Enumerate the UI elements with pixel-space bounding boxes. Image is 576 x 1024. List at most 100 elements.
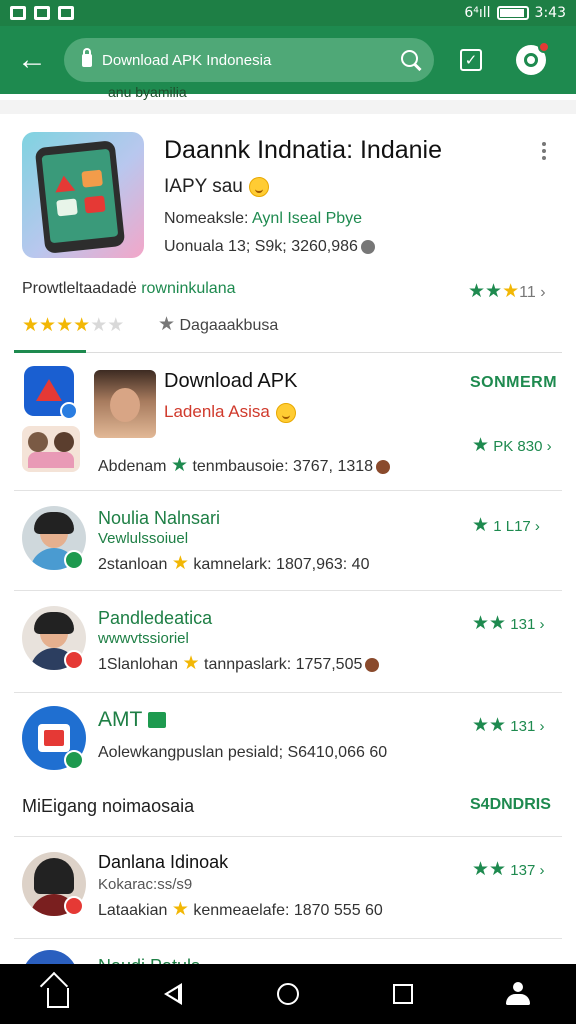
item-title: AMT <box>98 708 167 732</box>
home-circle-button[interactable] <box>268 974 308 1014</box>
back-nav-button[interactable] <box>153 974 193 1014</box>
item-meta: Lataakian ★ kenmeaelafe: 1870 555 60 <box>98 898 383 921</box>
star-icon: ★ <box>472 859 490 880</box>
arrow-left-icon: ← <box>17 43 47 76</box>
section-action-button[interactable]: S4DNDRIS <box>470 796 551 814</box>
rating-value: 131 <box>510 718 536 735</box>
section-divider <box>0 100 576 114</box>
category-label: Dagaaakbusa <box>179 317 279 334</box>
search-bar[interactable]: Download APK Indonesia <box>64 38 434 82</box>
home-icon <box>46 988 69 1008</box>
row-divider <box>14 938 562 939</box>
star-icon: ★ <box>489 715 507 736</box>
rating-value: 131 <box>510 616 536 633</box>
star-outline-icon: ★ <box>158 314 176 335</box>
item-subtitle: Kokarac:ss/s9 <box>98 876 193 893</box>
featured-title: Download APK <box>164 370 298 392</box>
lock-icon <box>82 47 92 67</box>
checkbox-button[interactable]: ✓ <box>460 49 482 71</box>
info-badge-icon <box>360 239 375 254</box>
item-rating[interactable]: ★★ 131 › <box>472 714 544 737</box>
section-label: MiEigang noimaosaia <box>22 796 195 816</box>
item-rating[interactable]: ★★ 137 › <box>472 858 544 881</box>
item-meta: 1Slanlohan ★ tannpaslark: 1757,505 <box>98 652 380 675</box>
rating-value: PK 830 <box>493 438 543 455</box>
row-divider <box>14 692 562 693</box>
app-icon-mark <box>44 730 64 746</box>
meta-prefix: 2stanloan <box>98 556 168 573</box>
clock: 3:43 <box>534 5 566 21</box>
thumbnail-image[interactable] <box>22 426 80 472</box>
row-divider <box>14 490 562 491</box>
category-line[interactable]: ★ Dagaaakbusa <box>158 313 278 336</box>
star-icon: ★ <box>39 315 57 336</box>
featured-photo[interactable] <box>94 370 156 438</box>
home-nav-button[interactable] <box>38 974 78 1014</box>
status-left-icons <box>10 6 74 20</box>
status-badge-icon <box>64 550 84 570</box>
search-input[interactable]: Download APK Indonesia <box>102 52 400 69</box>
phone-screen <box>41 148 119 244</box>
phone-icon <box>34 140 126 254</box>
meta-rest: kamnelark: 1807,963: 40 <box>193 556 370 573</box>
row-divider <box>14 590 562 591</box>
featured-row[interactable]: Download APK Ladenla Asisa SONMERM ★ PK … <box>0 356 576 490</box>
avatar[interactable] <box>22 950 78 964</box>
list-item[interactable]: Noulia Nalnsari Vewlulssoiuel 2stanloan … <box>0 492 576 592</box>
scrolled-partial-text: anu byamilia <box>108 84 187 100</box>
star-icon: ★ <box>485 281 503 302</box>
star-icon: ★ <box>472 613 490 634</box>
back-button[interactable]: ← <box>0 26 64 94</box>
developer-link[interactable]: rowninkulana <box>141 280 235 297</box>
app-icon[interactable] <box>22 132 144 258</box>
featured-subtitle-text: Ladenla Asisa <box>164 402 270 421</box>
info-badge-icon <box>376 459 391 474</box>
system-nav-bar <box>0 964 576 1024</box>
item-title: Noulia Nalnsari <box>98 508 221 528</box>
more-vert-icon[interactable] <box>542 142 546 146</box>
image-icon <box>58 6 74 20</box>
search-icon[interactable] <box>400 49 422 71</box>
mail-icon <box>34 6 50 20</box>
star-icon: ★ <box>472 715 490 736</box>
avatar-hair <box>34 612 74 634</box>
recents-button[interactable] <box>383 974 423 1014</box>
meta-link[interactable]: Aynl Iseal Pbye <box>252 210 362 227</box>
photo-icon <box>10 6 26 20</box>
circle-icon <box>276 983 299 1005</box>
list-item[interactable]: AMT Aolewkangpuslan pesiald; S6410,066 6… <box>0 694 576 794</box>
star-icon: ★ <box>472 515 490 536</box>
star-icon: ★ <box>171 899 189 920</box>
featured-rating[interactable]: ★ PK 830 › <box>472 434 552 457</box>
item-title: Naudi Patuls <box>98 956 200 964</box>
hero-app-card[interactable]: Daannk Indnatia: Indanie IAPY sau Nomeak… <box>0 114 576 354</box>
star-icon: ★ <box>182 653 200 674</box>
smile-emoji-icon <box>275 402 296 423</box>
item-rating[interactable]: ★ 1 L17 › <box>472 514 540 537</box>
flag-icon <box>148 712 167 729</box>
verified-badge-icon <box>60 402 78 420</box>
person-icon <box>506 982 531 1006</box>
status-right: 6⁴ıll 3:43 <box>464 5 566 21</box>
hero-rating-summary[interactable]: ★★★11 › <box>468 280 546 303</box>
notification-button[interactable] <box>516 41 550 75</box>
list-item[interactable]: Danlana Idinoak Kokarac:ss/s9 Lataakian … <box>0 838 576 938</box>
developer-line: Prowtleltaadadė rowninkulana <box>22 280 235 298</box>
status-badge-icon <box>64 650 84 670</box>
back-triangle-icon <box>163 983 182 1005</box>
rating-value: 137 <box>510 862 536 879</box>
list-item[interactable]: Pandledeatica wwwvtssioriel 1Slanlohan ★… <box>0 592 576 692</box>
profile-nav-button[interactable] <box>498 974 538 1014</box>
status-badge-icon <box>64 750 84 770</box>
meta-prefix: Abdenam <box>98 458 167 475</box>
smile-emoji-icon <box>248 176 269 197</box>
status-badge-icon <box>64 896 84 916</box>
featured-action-button[interactable]: SONMERM <box>470 374 557 392</box>
item-rating[interactable]: ★★ 131 › <box>472 612 544 635</box>
rating-count: 11 <box>519 284 536 301</box>
rating-value: 1 L17 <box>493 518 531 535</box>
list-item[interactable]: Naudi Patuls <box>0 940 576 964</box>
meta-rest: tannpaslark: 1757,505 <box>204 656 363 673</box>
app-icon[interactable] <box>24 366 78 420</box>
app-title: Daannk Indnatia: Indanie <box>164 136 442 164</box>
